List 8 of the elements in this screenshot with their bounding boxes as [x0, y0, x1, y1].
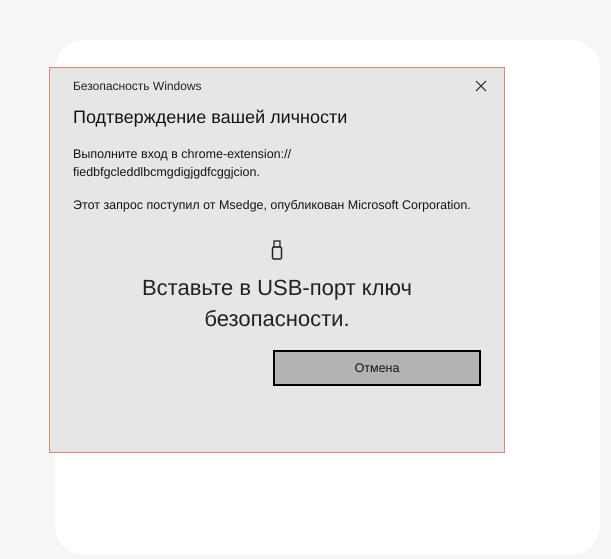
window-title: Безопасность Windows [73, 78, 202, 95]
usb-key-icon [271, 240, 283, 260]
cancel-button[interactable]: Отмена [273, 350, 481, 386]
message-text: Выполните вход в chrome-extension:// fiedbfgcleddlbcmgdigjgdfcggjcion. [73, 146, 292, 181]
close-icon [475, 80, 487, 92]
dialog-heading: Подтверждение вашей личности [73, 106, 348, 129]
prompt-text: Вставьте в USB-порт ключ безопасности. [141, 274, 413, 333]
message-text: Этот запрос поступил от Msedge, опубликован Microsoft Corporation. [73, 197, 472, 214]
